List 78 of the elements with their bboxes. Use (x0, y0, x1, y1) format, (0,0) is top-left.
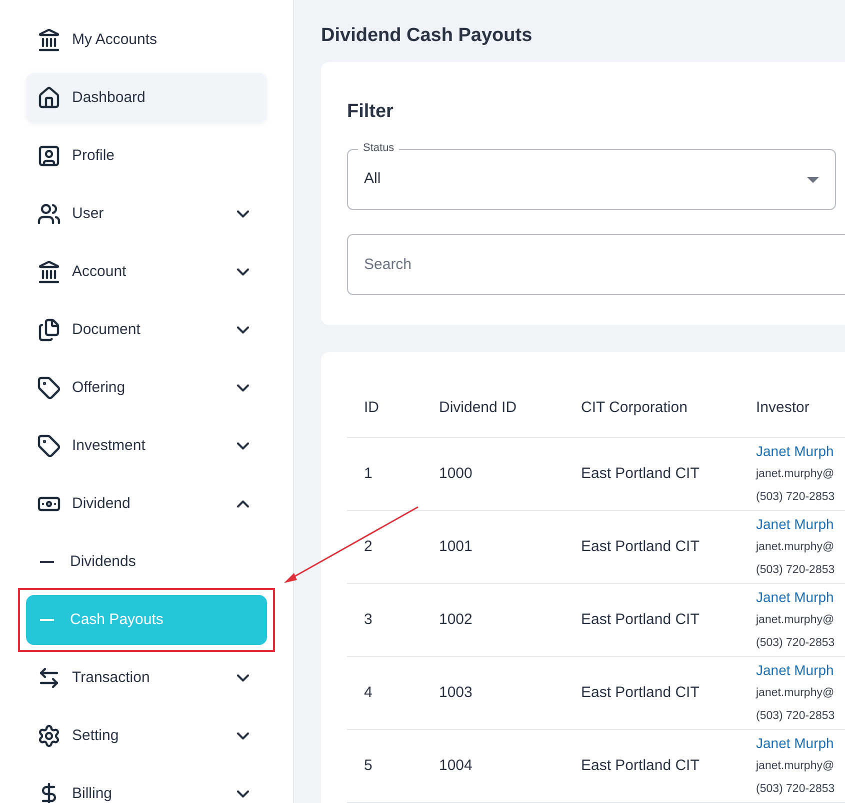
table-cell-text: 1004 (438, 756, 474, 776)
sidebar-item[interactable]: Setting (26, 711, 267, 761)
investor-email: janet.murphy@ (756, 467, 836, 482)
sidebar-label: Setting (72, 726, 120, 746)
sidebar-item[interactable]: Billing (26, 769, 267, 803)
tag-icon (37, 434, 61, 458)
investor-name-link[interactable]: Janet Murph (756, 513, 845, 535)
investor-name-link[interactable]: Janet Murph (756, 659, 845, 681)
dash-icon (40, 561, 54, 563)
sidebar-item[interactable]: My Accounts (26, 15, 267, 65)
table-cell-text: 1000 (438, 464, 474, 484)
swap-arrows-icon (37, 666, 61, 690)
users-icon (37, 202, 61, 226)
dash-icon (40, 619, 54, 621)
sidebar-label: Investment (72, 436, 146, 456)
table-cell-text: 1001 (438, 536, 474, 557)
investor-phone: (503) 720-2853 (756, 636, 836, 651)
column-header: CIT Corporation (580, 398, 688, 418)
search-field[interactable]: Search (347, 234, 845, 295)
gear-icon (37, 724, 61, 748)
investor-email: janet.murphy@ (756, 613, 836, 628)
page-title: Dividend Cash Payouts (321, 24, 534, 48)
table-cell-text: 3 (363, 610, 374, 630)
home-icon (37, 86, 61, 110)
table-cell-text: East Portland CIT (580, 536, 700, 557)
sidebar-label: Cash Payouts (70, 610, 164, 630)
sidebar-item[interactable]: Dividend (26, 479, 267, 529)
bank-icon (37, 28, 61, 52)
investor-email: janet.murphy@ (756, 759, 836, 774)
investor-name-link[interactable]: Janet Murph (756, 586, 845, 608)
table-cell-text: 2 (363, 536, 374, 557)
sidebar-item[interactable]: User (26, 189, 267, 239)
sidebar-label: Account (72, 262, 128, 282)
investor-phone: (503) 720-2853 (756, 563, 836, 578)
filter-title: Filter (347, 100, 394, 124)
table-cell-text: 1 (363, 464, 374, 484)
column-header: Investor (755, 398, 810, 418)
sidebar-item[interactable]: Account (26, 247, 267, 297)
table-cell-text: East Portland CIT (580, 610, 700, 630)
investor-phone: (503) 720-2853 (756, 709, 836, 724)
tag-icon (37, 376, 61, 400)
profile-icon (37, 144, 61, 168)
table-cell-text: 4 (363, 682, 374, 703)
table-cell-text: 1003 (438, 682, 474, 703)
sidebar-label: Document (72, 320, 142, 340)
investor-phone: (503) 720-2853 (756, 490, 836, 505)
sidebar-label: Billing (72, 784, 114, 803)
table-cell-text: East Portland CIT (580, 682, 700, 703)
investor-email: janet.murphy@ (756, 540, 836, 555)
sidebar-item[interactable]: Offering (26, 363, 267, 413)
bank-icon (37, 260, 61, 284)
table-cell-text: 5 (363, 756, 374, 776)
sidebar-item[interactable]: Document (26, 305, 267, 355)
table-cell-text: East Portland CIT (580, 464, 700, 484)
investor-email: janet.murphy@ (756, 686, 836, 701)
dropdown-caret-icon (807, 176, 819, 182)
status-value: All (364, 169, 382, 190)
sidebar-label: Dividend (72, 494, 132, 514)
sidebar-label: Dashboard (72, 88, 146, 108)
sidebar-item[interactable]: Dashboard (26, 73, 267, 123)
investor-name-link[interactable]: Janet Murph (756, 732, 845, 754)
sidebar-subitem[interactable]: Dividends (26, 537, 267, 587)
sidebar-item[interactable]: Investment (26, 421, 267, 471)
documents-icon (37, 318, 61, 342)
investor-phone: (503) 720-2853 (756, 782, 836, 797)
sidebar-label: Offering (72, 378, 126, 398)
table-cell-text: East Portland CIT (580, 756, 700, 776)
sidebar-item[interactable]: Transaction (26, 653, 267, 703)
sidebar-label: User (72, 204, 105, 224)
investor-name-link[interactable]: Janet Murph (756, 440, 845, 462)
column-header: ID (363, 398, 380, 418)
table-cell-text: 1002 (438, 610, 474, 630)
column-header: Dividend ID (438, 398, 518, 418)
sidebar-label: Dividends (70, 552, 136, 572)
sidebar-label: Transaction (72, 668, 151, 688)
sidebar-item[interactable]: Profile (26, 131, 267, 181)
sidebar-label: Profile (72, 146, 116, 166)
sidebar-label: My Accounts (72, 30, 158, 50)
